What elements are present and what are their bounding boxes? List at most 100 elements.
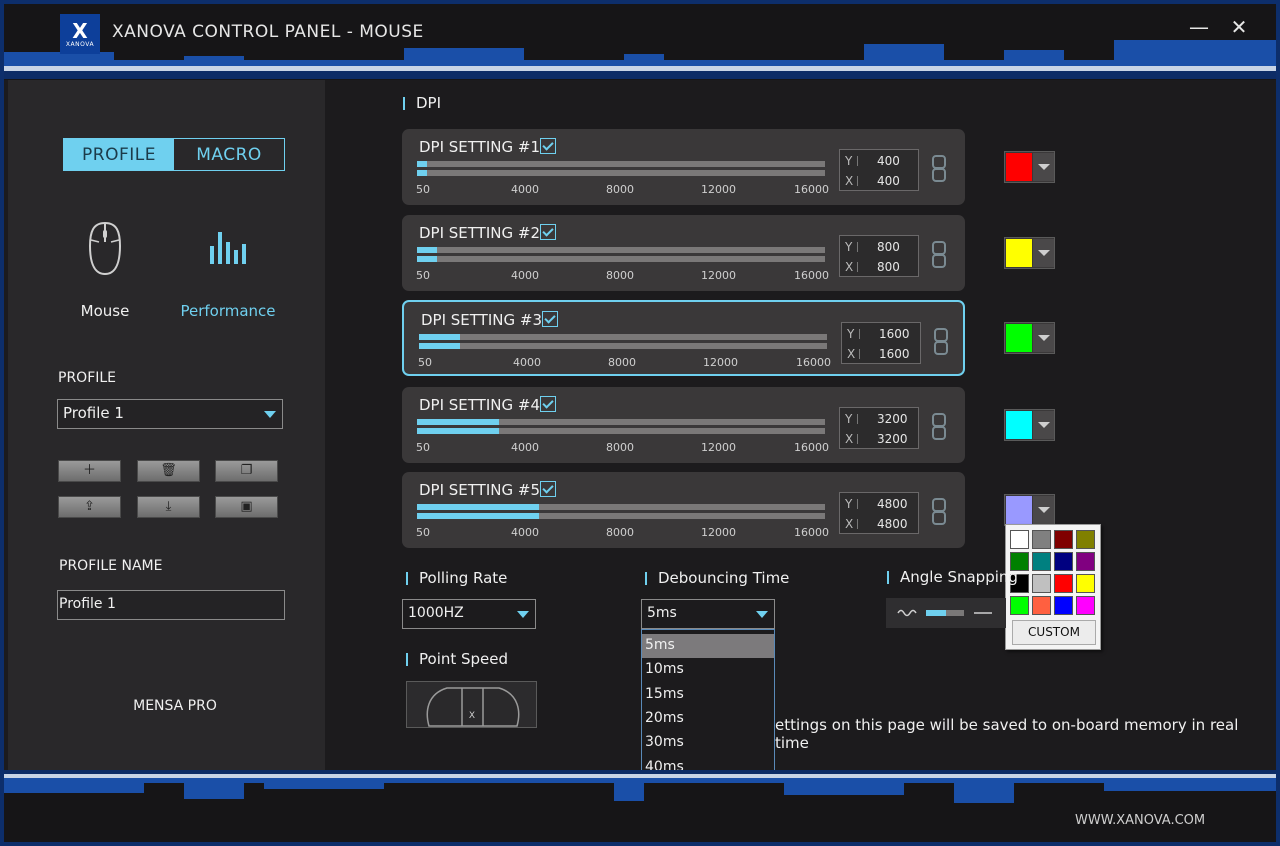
close-button[interactable]: ✕ <box>1224 14 1254 40</box>
dpi-y-slider[interactable] <box>417 504 825 510</box>
dpi-x-value: 800 <box>877 260 900 274</box>
link-xy-icon[interactable] <box>932 241 946 268</box>
import-profile-button[interactable]: ⤓ <box>137 496 200 518</box>
dpi-setting-card[interactable]: DPI SETTING #1 50 4000 8000 12000 16000 Y 400 X 4… <box>402 129 965 205</box>
dpi-y-slider[interactable] <box>417 419 825 425</box>
copy-profile-button[interactable]: ❐ <box>215 460 278 482</box>
footer-band: WWW.XANOVA.COM <box>4 770 1276 842</box>
dpi-setting-card[interactable]: DPI SETTING #4 50 4000 8000 12000 16000 Y 3200 X… <box>402 387 965 463</box>
palette-color-cell[interactable] <box>1054 596 1073 615</box>
palette-color-cell[interactable] <box>1032 552 1051 571</box>
chevron-down-icon <box>264 411 276 418</box>
save-icon: ▣ <box>240 499 253 514</box>
dpi-y-row[interactable]: Y 3200 <box>840 409 918 429</box>
polling-rate-select[interactable]: 1000HZ <box>402 599 536 629</box>
dpi-tick-label: 4000 <box>513 356 541 369</box>
palette-color-cell[interactable] <box>1076 552 1095 571</box>
dpi-y-slider[interactable] <box>417 161 825 167</box>
dpi-x-row[interactable]: X 1600 <box>842 344 920 364</box>
import-icon: ⤓ <box>165 499 172 514</box>
color-swatch <box>1006 153 1032 181</box>
website-link[interactable]: WWW.XANOVA.COM <box>1075 813 1205 828</box>
dpi-tick-label: 12000 <box>701 441 736 454</box>
point-speed-image[interactable]: Ⅹ <box>406 681 537 728</box>
dpi-setting-card[interactable]: DPI SETTING #3 50 4000 8000 12000 16000 Y 1600 X… <box>402 300 965 376</box>
custom-color-button[interactable]: CUSTOM <box>1012 620 1096 645</box>
dpi-setting-name: DPI SETTING #5 <box>419 481 540 499</box>
mode-performance[interactable]: Performance <box>173 220 283 320</box>
mode-mouse[interactable]: Mouse <box>50 220 160 320</box>
palette-color-cell[interactable] <box>1054 574 1073 593</box>
minimize-button[interactable]: — <box>1184 14 1214 40</box>
dpi-x-slider[interactable] <box>417 428 825 434</box>
debouncing-option[interactable]: 15ms <box>642 683 774 707</box>
profile-name-input[interactable]: Profile 1 <box>57 590 285 620</box>
palette-color-cell[interactable] <box>1032 574 1051 593</box>
app-window: Ⅹ XANOVA XANOVA CONTROL PANEL - MOUSE — … <box>0 0 1280 846</box>
tab-profile[interactable]: PROFILE <box>64 139 174 170</box>
dpi-color-button[interactable] <box>1004 409 1055 441</box>
dpi-enable-checkbox[interactable] <box>540 396 556 412</box>
dpi-y-slider[interactable] <box>419 334 827 340</box>
link-xy-icon[interactable] <box>934 328 948 355</box>
export-profile-button[interactable]: ⇪ <box>58 496 121 518</box>
dpi-setting-card[interactable]: DPI SETTING #5 50 4000 8000 12000 16000 Y 4800 X… <box>402 472 965 548</box>
angle-snapping-toggle[interactable] <box>886 598 1006 628</box>
dpi-color-button[interactable] <box>1004 322 1055 354</box>
angle-snapping-label: Angle Snapping <box>887 568 1018 586</box>
link-xy-icon[interactable] <box>932 155 946 182</box>
performance-icon <box>210 232 246 264</box>
dpi-y-row[interactable]: Y 400 <box>840 151 918 171</box>
dpi-tick-label: 12000 <box>701 269 736 282</box>
palette-color-cell[interactable] <box>1076 530 1095 549</box>
dpi-enable-checkbox[interactable] <box>540 481 556 497</box>
debouncing-option[interactable]: 10ms <box>642 658 774 682</box>
dpi-x-slider[interactable] <box>417 170 825 176</box>
palette-color-cell[interactable] <box>1032 596 1051 615</box>
dpi-y-row[interactable]: Y 4800 <box>840 494 918 514</box>
link-xy-icon[interactable] <box>932 498 946 525</box>
dpi-x-row[interactable]: X 800 <box>840 257 918 277</box>
debouncing-option[interactable]: 5ms <box>642 634 774 658</box>
palette-color-cell[interactable] <box>1076 596 1095 615</box>
dpi-setting-card[interactable]: DPI SETTING #2 50 4000 8000 12000 16000 Y 800 X 8… <box>402 215 965 291</box>
palette-color-cell[interactable] <box>1010 530 1029 549</box>
dpi-setting-name: DPI SETTING #4 <box>419 396 540 414</box>
add-profile-button[interactable]: ＋ <box>58 460 121 482</box>
dpi-setting-name: DPI SETTING #1 <box>419 138 540 156</box>
profile-select[interactable]: Profile 1 <box>57 399 283 429</box>
dpi-x-row[interactable]: X 400 <box>840 171 918 191</box>
dpi-x-row[interactable]: X 3200 <box>840 429 918 449</box>
dpi-enable-checkbox[interactable] <box>540 224 556 240</box>
dpi-x-slider[interactable] <box>417 256 825 262</box>
dpi-enable-checkbox[interactable] <box>540 138 556 154</box>
palette-color-cell[interactable] <box>1054 530 1073 549</box>
palette-color-cell[interactable] <box>1032 530 1051 549</box>
debouncing-option[interactable]: 20ms <box>642 707 774 731</box>
save-note: ettings on this page will be saved to on… <box>775 716 1239 752</box>
dpi-y-value: 1600 <box>879 327 910 341</box>
link-xy-icon[interactable] <box>932 413 946 440</box>
dpi-color-button[interactable] <box>1004 151 1055 183</box>
dpi-section-title: DPI <box>403 94 441 112</box>
palette-color-cell[interactable] <box>1010 596 1029 615</box>
dpi-x-slider[interactable] <box>419 343 827 349</box>
debouncing-time-select[interactable]: 5ms <box>641 599 775 629</box>
dpi-y-row[interactable]: Y 800 <box>840 237 918 257</box>
debouncing-option[interactable]: 30ms <box>642 731 774 755</box>
dpi-x-row[interactable]: X 4800 <box>840 514 918 534</box>
dpi-y-row[interactable]: Y 1600 <box>842 324 920 344</box>
dpi-y-value: 400 <box>877 154 900 168</box>
palette-color-cell[interactable] <box>1076 574 1095 593</box>
dpi-color-button[interactable] <box>1004 237 1055 269</box>
dpi-enable-checkbox[interactable] <box>542 311 558 327</box>
dpi-y-slider[interactable] <box>417 247 825 253</box>
save-profile-button[interactable]: ▣ <box>215 496 278 518</box>
angle-snapping-slider <box>897 609 992 617</box>
chevron-down-icon <box>1033 411 1054 439</box>
dpi-x-slider[interactable] <box>417 513 825 519</box>
delete-profile-button[interactable]: 🗑 <box>137 460 200 482</box>
palette-color-cell[interactable] <box>1054 552 1073 571</box>
tab-macro[interactable]: MACRO <box>174 139 284 170</box>
dpi-color-button[interactable] <box>1004 494 1055 526</box>
